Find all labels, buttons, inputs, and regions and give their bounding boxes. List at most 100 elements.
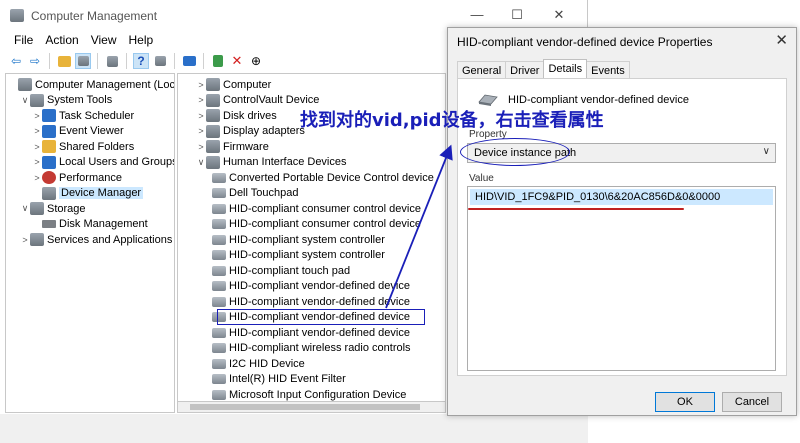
hid-device-icon (212, 172, 226, 183)
expand-arrow-icon[interactable]: > (196, 142, 206, 152)
toolbar-separator (49, 53, 50, 69)
menu-help[interactable]: Help (123, 31, 160, 51)
nav-item-label: Task Scheduler (59, 109, 135, 122)
nav-item[interactable]: > Local Users and Groups (32, 155, 174, 171)
value-item[interactable]: HID\VID_1FC9&PID_0130\6&20AC856D&0&0000 (470, 189, 773, 205)
device-tree-label: Computer (223, 78, 272, 91)
hid-device-icon (212, 234, 226, 245)
device-tree-item[interactable]: HID-compliant system controller (212, 232, 385, 248)
close-button[interactable]: ✕ (548, 6, 570, 24)
scan-download-icon[interactable]: ⊕ (248, 53, 264, 69)
event-viewer-icon (42, 124, 56, 138)
storage-icon (30, 202, 44, 216)
view-icon[interactable] (152, 53, 168, 69)
nav-item[interactable]: Device Manager (32, 186, 144, 202)
menu-file[interactable]: File (8, 31, 39, 51)
device-tree-item[interactable]: HID-compliant consumer control device (212, 201, 421, 217)
window-title: Computer Management (31, 9, 158, 23)
device-tree-item[interactable]: > Disk drives (196, 108, 277, 124)
nav-item[interactable]: ∨ Storage (20, 201, 86, 217)
expand-arrow-icon[interactable]: > (32, 173, 42, 183)
performance-icon (42, 171, 56, 185)
device-tree-label: Dell Touchpad (229, 187, 299, 200)
toolbar-separator (174, 53, 175, 69)
hid-device-icon (212, 219, 226, 230)
minimize-button[interactable]: — (466, 6, 488, 24)
nav-item[interactable]: Computer Management (Local) (8, 77, 175, 93)
collapse-arrow-icon[interactable]: ∨ (196, 157, 206, 168)
device-tree-item[interactable]: HID-compliant consumer control device (212, 217, 421, 233)
device-tree-item[interactable]: Converted Portable Device Control device (212, 170, 434, 186)
expand-arrow-icon[interactable]: > (32, 126, 42, 136)
expand-arrow-icon[interactable]: > (196, 80, 206, 90)
device-category-icon (206, 155, 220, 169)
nav-item[interactable]: > Shared Folders (32, 139, 134, 155)
device-tree-item[interactable]: HID-compliant vendor-defined device (212, 325, 410, 341)
expand-arrow-icon[interactable]: > (32, 111, 42, 121)
nav-item[interactable]: > Performance (32, 170, 122, 186)
dialog-close-button[interactable]: ✕ (775, 31, 788, 49)
nav-item[interactable]: > Services and Applications (20, 232, 172, 248)
device-tree-item[interactable]: I2C HID Device (212, 356, 305, 372)
up-folder-icon[interactable] (56, 53, 72, 69)
nav-item-label: Shared Folders (59, 140, 135, 153)
device-tree-label: HID-compliant consumer control device (229, 218, 421, 231)
clock-icon (42, 109, 56, 123)
toolbar-separator (126, 53, 127, 69)
annotation-text: 找到对的vid,pid设备，右击查看属性 (300, 110, 604, 131)
value-list[interactable]: HID\VID_1FC9&PID_0130\6&20AC856D&0&0000 (467, 186, 776, 371)
back-arrow-icon[interactable]: ⇦ (8, 53, 24, 69)
forward-arrow-icon[interactable]: ⇨ (27, 53, 43, 69)
device-tree-item[interactable]: HID-compliant wireless radio controls (212, 341, 411, 357)
device-tree-item[interactable]: HID-compliant touch pad (212, 263, 350, 279)
device-tree-label: Firmware (223, 140, 269, 153)
status-bar (0, 414, 588, 443)
disk-icon (42, 220, 56, 229)
hid-device-icon (478, 94, 498, 106)
device-tree-label: ControlVault Device (223, 94, 320, 107)
collapse-arrow-icon[interactable]: ∨ (20, 203, 30, 214)
expand-arrow-icon[interactable]: > (196, 126, 206, 136)
device-category-icon (206, 124, 220, 138)
computer-management-icon (10, 9, 24, 22)
device-tree-item[interactable]: Dell Touchpad (212, 186, 299, 202)
menu-action[interactable]: Action (39, 31, 84, 51)
device-tree-item[interactable]: HID-compliant system controller (212, 248, 385, 264)
expand-arrow-icon[interactable]: > (196, 111, 206, 121)
collapse-arrow-icon[interactable]: ∨ (20, 95, 30, 106)
device-tree-label: HID-compliant vendor-defined device (229, 280, 410, 293)
nav-item[interactable]: ∨ System Tools (20, 93, 112, 109)
expand-arrow-icon[interactable]: > (32, 142, 42, 152)
expand-arrow-icon[interactable]: > (32, 157, 42, 167)
device-tree-item[interactable]: ∨ Human Interface Devices (196, 155, 347, 171)
device-tree-item[interactable]: > Computer (196, 77, 271, 93)
expand-arrow-icon[interactable]: > (20, 235, 30, 245)
show-tree-icon[interactable] (75, 53, 91, 69)
tab-details[interactable]: Details (543, 59, 588, 80)
horizontal-scrollbar[interactable] (177, 401, 446, 413)
expand-arrow-icon[interactable]: > (196, 95, 206, 105)
nav-item[interactable]: Disk Management (32, 217, 148, 233)
device-tree-label: Intel(R) HID Event Filter (229, 373, 346, 386)
monitor-icon[interactable] (181, 53, 197, 69)
device-tree-item[interactable]: > Display adapters (196, 124, 305, 140)
ok-button[interactable]: OK (655, 392, 715, 412)
nav-item-label: Storage (47, 202, 86, 215)
device-tree-item[interactable]: > Firmware (196, 139, 269, 155)
nav-item[interactable]: > Event Viewer (32, 124, 124, 140)
properties-icon[interactable] (104, 53, 120, 69)
maximize-button[interactable]: ☐ (506, 6, 528, 24)
hid-device-icon (212, 188, 226, 199)
scrollbar-thumb[interactable] (190, 404, 420, 410)
nav-item-label: System Tools (47, 94, 113, 107)
help-icon[interactable]: ? (133, 53, 149, 69)
nav-item-label: Computer Management (Local) (35, 78, 175, 91)
device-tree-item[interactable]: HID-compliant vendor-defined device (212, 279, 410, 295)
update-driver-icon[interactable] (210, 53, 226, 69)
uninstall-x-icon[interactable]: ✕ (229, 53, 245, 69)
device-tree-item[interactable]: HID-compliant vendor-defined device (212, 294, 410, 310)
menu-view[interactable]: View (85, 31, 123, 51)
nav-item[interactable]: > Task Scheduler (32, 108, 134, 124)
device-tree-item[interactable]: Intel(R) HID Event Filter (212, 372, 346, 388)
cancel-button[interactable]: Cancel (722, 392, 782, 412)
